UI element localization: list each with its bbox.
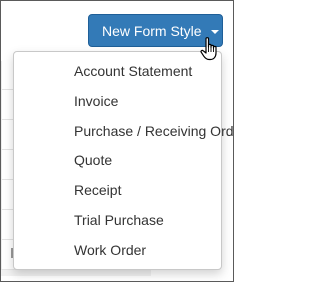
menu-item-work-order[interactable]: Work Order <box>54 236 221 266</box>
hand-pointer-icon <box>200 37 217 61</box>
menu-item-receipt[interactable]: Receipt <box>54 176 221 206</box>
background-horizontal-scrollbar[interactable] <box>1 269 151 276</box>
chevron-down-icon <box>210 29 219 34</box>
new-form-style-dropdown: Account Statement Invoice Purchase / Rec… <box>13 51 233 270</box>
menu-item-purchase-receiving-order[interactable]: Purchase / Receiving Order <box>54 117 233 147</box>
menu-item-account-statement[interactable]: Account Statement <box>54 57 221 87</box>
menu-item-trial-purchase[interactable]: Trial Purchase <box>54 206 221 236</box>
screenshot-frame: New Form Style Account Statement Invoice… <box>0 0 234 282</box>
menu-item-quote[interactable]: Quote <box>54 146 221 176</box>
new-form-style-label: New Form Style <box>102 22 202 39</box>
background-column-edge <box>1 61 2 271</box>
menu-item-invoice[interactable]: Invoice <box>54 87 221 117</box>
